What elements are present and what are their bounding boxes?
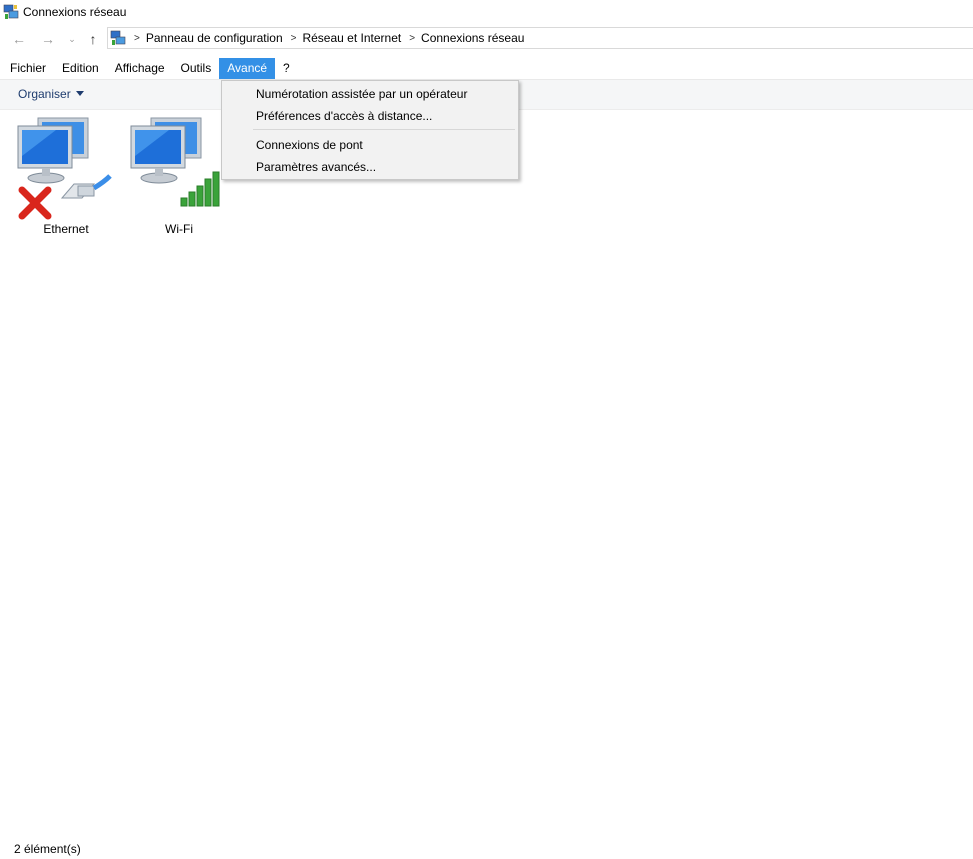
dropdown-caret-icon: [75, 91, 84, 96]
menu-view[interactable]: Affichage: [107, 58, 173, 79]
network-connections-icon: [110, 30, 126, 45]
connection-ethernet[interactable]: Ethernet: [16, 116, 116, 236]
breadcrumb-network-internet[interactable]: Réseau et Internet: [302, 31, 401, 45]
network-connections-icon: [3, 4, 19, 19]
organise-button[interactable]: Organiser: [18, 87, 84, 101]
menu-bar: Fichier Edition Affichage Outils Avancé …: [0, 58, 973, 79]
organise-label: Organiser: [18, 87, 71, 101]
breadcrumb-separator-icon[interactable]: >: [409, 33, 415, 44]
navigation-bar: ← → ⌄ ↑ > Panneau de configuration > Rés…: [0, 27, 973, 51]
menu-edit[interactable]: Edition: [54, 58, 107, 79]
menu-tools[interactable]: Outils: [173, 58, 220, 79]
menu-item-remote-access-preferences[interactable]: Préférences d'accès à distance...: [256, 109, 432, 123]
breadcrumb-separator-icon[interactable]: >: [134, 33, 140, 44]
signal-bars-icon: [180, 171, 220, 207]
advanced-menu-dropdown: Numérotation assistée par un opérateur P…: [221, 80, 519, 180]
menu-file[interactable]: Fichier: [0, 58, 54, 79]
disconnected-x-icon: [18, 186, 52, 220]
window-title: Connexions réseau: [23, 5, 127, 19]
connections-view: Ethernet Wi-Fi: [0, 110, 973, 830]
breadcrumb-network-connections[interactable]: Connexions réseau: [421, 31, 524, 45]
menu-item-operator-assisted-dialing[interactable]: Numérotation assistée par un opérateur: [256, 87, 467, 101]
menu-help[interactable]: ?: [275, 58, 298, 79]
item-count: 2 élément(s): [14, 842, 81, 856]
up-arrow-icon[interactable]: ↑: [85, 31, 101, 47]
connection-wifi[interactable]: Wi-Fi: [129, 116, 229, 236]
breadcrumb-control-panel[interactable]: Panneau de configuration: [146, 31, 283, 45]
connection-name: Wi-Fi: [165, 222, 193, 236]
menu-separator: [253, 129, 515, 130]
menu-item-advanced-settings[interactable]: Paramètres avancés...: [256, 160, 376, 174]
title-bar: Connexions réseau: [0, 0, 973, 24]
connection-name: Ethernet: [43, 222, 89, 236]
address-bar[interactable]: > Panneau de configuration > Réseau et I…: [107, 27, 973, 49]
forward-arrow-icon[interactable]: →: [40, 31, 56, 47]
recent-locations-chevron-icon[interactable]: ⌄: [64, 31, 80, 47]
back-arrow-icon[interactable]: ←: [11, 31, 27, 47]
menu-item-bridge-connections[interactable]: Connexions de pont: [256, 138, 363, 152]
menu-advanced[interactable]: Avancé: [219, 58, 276, 79]
breadcrumb-separator-icon[interactable]: >: [291, 33, 297, 44]
